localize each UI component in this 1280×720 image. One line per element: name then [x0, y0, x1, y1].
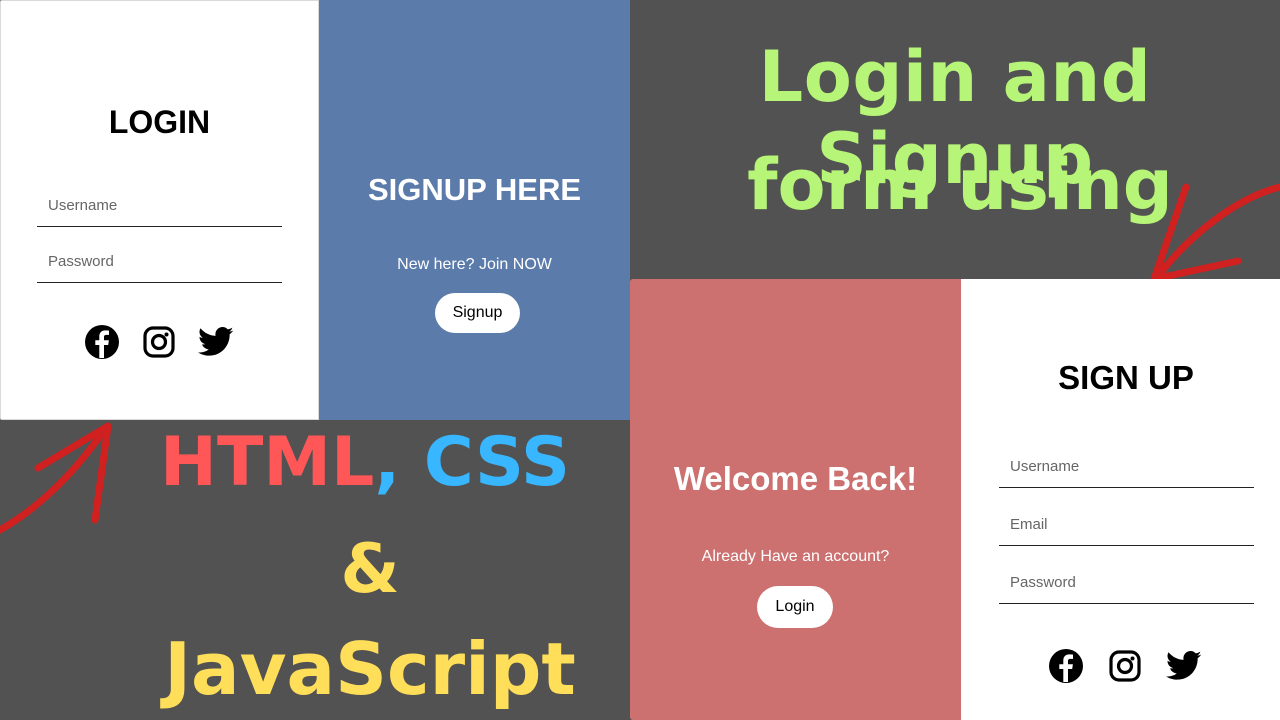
instagram-icon[interactable] [1108, 649, 1142, 683]
signup-promo-text: New here? Join NOW [397, 256, 552, 273]
login-button[interactable]: Login [757, 586, 833, 628]
headline-javascript: JavaScript [164, 627, 576, 711]
login-social-icons [84, 324, 234, 360]
signup-button[interactable]: Signup [435, 293, 520, 333]
welcome-panel [630, 279, 961, 720]
welcome-title: Welcome Back! [673, 460, 918, 497]
headline-html-css: HTML, CSS [60, 423, 670, 502]
signup-promo-panel [319, 0, 630, 420]
signup-promo-title: SIGNUP HERE [367, 172, 582, 207]
arrow-icon [0, 422, 112, 534]
login-password-input[interactable]: Password [37, 243, 282, 283]
signup-password-input[interactable]: Password [999, 563, 1254, 604]
facebook-icon[interactable] [1048, 648, 1084, 684]
headline-ampersand: & [340, 530, 400, 609]
arrow-icon [1150, 183, 1280, 283]
twitter-icon[interactable] [1166, 651, 1202, 681]
twitter-icon[interactable] [198, 327, 234, 357]
instagram-icon[interactable] [142, 325, 176, 359]
signup-social-icons [1048, 648, 1202, 684]
html-word: HTML [160, 423, 375, 502]
welcome-text: Already Have an account? [701, 548, 890, 565]
login-title: LOGIN [108, 104, 211, 140]
signup-title: SIGN UP [1058, 359, 1194, 396]
signup-username-input[interactable]: Username [999, 447, 1254, 488]
comma-word: , [374, 423, 401, 502]
login-username-input[interactable]: Username [37, 187, 282, 227]
signup-email-input[interactable]: Email [999, 505, 1254, 546]
css-word: CSS [423, 423, 570, 502]
facebook-icon[interactable] [84, 324, 120, 360]
